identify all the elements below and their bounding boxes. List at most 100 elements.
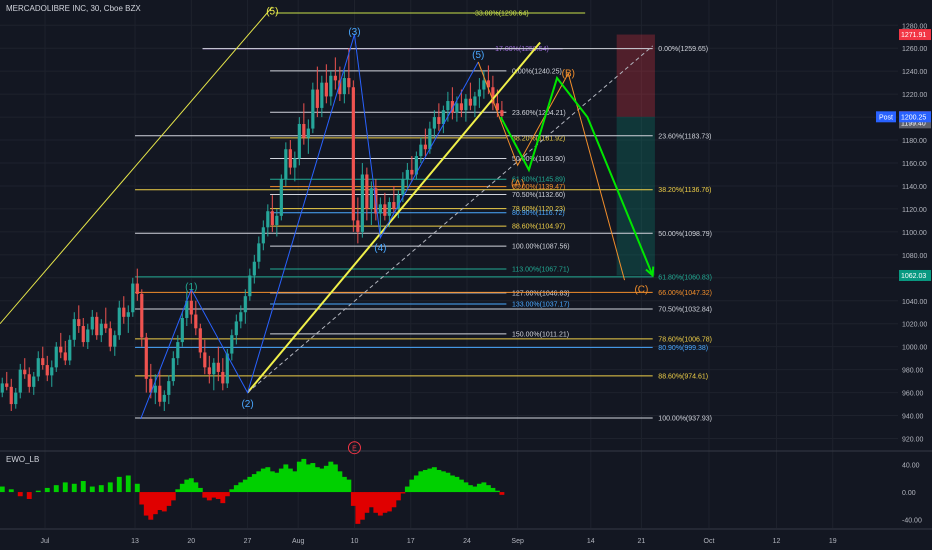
candle-body: [126, 312, 130, 317]
ewo-bar: [179, 483, 185, 493]
candle-body: [342, 78, 346, 95]
ewo-bar: [143, 492, 149, 516]
candle-body: [9, 386, 13, 405]
grid-lines: [0, 0, 932, 530]
fib-level-label: 70.50%(1032.84): [658, 306, 712, 313]
ewo-bar: [422, 469, 428, 493]
candle-body: [5, 383, 9, 387]
ewo-bar: [202, 492, 208, 498]
ewo-bar: [386, 492, 392, 512]
ewo-bar: [337, 471, 343, 493]
risk-zone-loss: [616, 34, 655, 117]
candle-body: [212, 362, 216, 375]
price-tick-label: 1100.00: [902, 230, 927, 237]
candle-body: [293, 158, 297, 168]
price-badge-label: 1062.03: [901, 273, 926, 280]
candle-body: [477, 89, 481, 97]
candle-body: [401, 179, 405, 196]
oscillator-axis[interactable]: 40.00 0.00 -40.00: [902, 462, 922, 524]
ewo-bar: [247, 476, 253, 493]
ewo-bar: [395, 492, 401, 501]
candle-body: [167, 381, 171, 395]
osc-tick-label: 0.00: [902, 490, 916, 497]
candle-body: [230, 335, 234, 354]
candle-body: [446, 101, 450, 111]
time-tick-label: 10: [351, 538, 359, 545]
ewo-bar: [62, 482, 68, 493]
fib-level-label: 50.00%(1098.79): [658, 231, 712, 238]
candle-body: [176, 342, 180, 359]
candle-body: [284, 149, 288, 180]
candle-body: [86, 329, 90, 343]
price-tick-label: 1220.00: [902, 92, 927, 99]
ewo-bar: [382, 492, 388, 513]
ewo-bar: [463, 482, 469, 493]
fib-level-label: 80.90%(999.38): [658, 345, 708, 352]
post-value-label: 1200.25: [901, 114, 926, 121]
ewo-bar: [332, 464, 338, 493]
candle-body: [72, 319, 76, 340]
wave-label: (A): [511, 179, 524, 190]
ewo-bar: [224, 492, 230, 497]
ewo-bar: [467, 485, 473, 493]
time-tick-label: 13: [131, 538, 139, 545]
risk-reward-zone[interactable]: [616, 34, 655, 276]
candle-body: [104, 323, 108, 329]
candle-body: [329, 75, 333, 97]
ewo-bar: [287, 468, 293, 493]
price-tick-label: 1040.00: [902, 299, 927, 306]
time-axis[interactable]: Jul 13 20 27 Aug 10 17 24 Sep 14 21 Oct 12 19: [41, 538, 837, 545]
ewo-bar: [193, 482, 199, 493]
candle-body: [257, 243, 261, 262]
price-tick-label: 940.00: [902, 414, 924, 421]
candle-body: [356, 220, 360, 232]
ewo-bar: [269, 471, 275, 493]
ewo-bar: [215, 492, 221, 499]
candle-body: [23, 369, 27, 375]
candle-body: [216, 362, 220, 372]
osc-tick-label: 40.00: [902, 462, 920, 469]
ewo-bar: [139, 492, 145, 505]
time-tick-label: Jul: [41, 538, 50, 545]
price-tick-label: 920.00: [902, 437, 924, 444]
candle-body: [14, 392, 18, 405]
candle-body: [320, 82, 324, 108]
candle-body: [59, 346, 63, 353]
fib-level-label: 133.00%(1037.17): [512, 302, 570, 309]
candle-body: [455, 103, 459, 113]
ewo-bar: [242, 479, 248, 493]
ewo-bar: [125, 475, 131, 493]
ewo-bar: [8, 489, 14, 493]
candle-body: [482, 80, 486, 90]
candle-body: [369, 188, 373, 209]
fib-level-label: 113.00%(1067.71): [512, 266, 569, 273]
candle-body: [90, 316, 94, 330]
candle-body: [81, 326, 85, 343]
fib-level-label: 88.60%(1104.97): [512, 224, 565, 231]
candle-body: [275, 215, 279, 225]
candle-body: [63, 352, 67, 361]
fib-level-label: 88.60%(974.61): [658, 373, 708, 380]
time-tick-label: 14: [587, 538, 595, 545]
ewo-bar: [413, 475, 419, 493]
ewo-bar: [197, 487, 203, 493]
chart-canvas[interactable]: -33.00%(1290.64) 17.00%(1259.54) 0.00%(125…: [0, 0, 932, 550]
candle-body: [221, 371, 225, 384]
ewo-bar: [161, 492, 167, 512]
candle-body: [473, 96, 477, 106]
fib-level-label: 127.00%(1046.83): [512, 290, 570, 297]
ewo-bar: [80, 481, 86, 493]
wave-label: (4): [374, 243, 386, 254]
ewo-bar: [310, 463, 316, 493]
candle-body: [135, 283, 139, 294]
candle-body: [410, 169, 414, 175]
price-axis[interactable]: 920.00 940.00 960.00 980.00 1000.00 1020.00 10…: [902, 23, 927, 443]
time-tick-label: 17: [407, 538, 415, 545]
ewo-bar: [305, 464, 311, 493]
fib-level-label: -33.00%(1290.64): [473, 11, 529, 18]
ewo-bar: [346, 479, 352, 493]
ewo-bar: [107, 482, 113, 493]
ewo-bar: [35, 490, 41, 493]
ewo-bar: [328, 461, 334, 493]
ewo-bar: [188, 478, 194, 493]
